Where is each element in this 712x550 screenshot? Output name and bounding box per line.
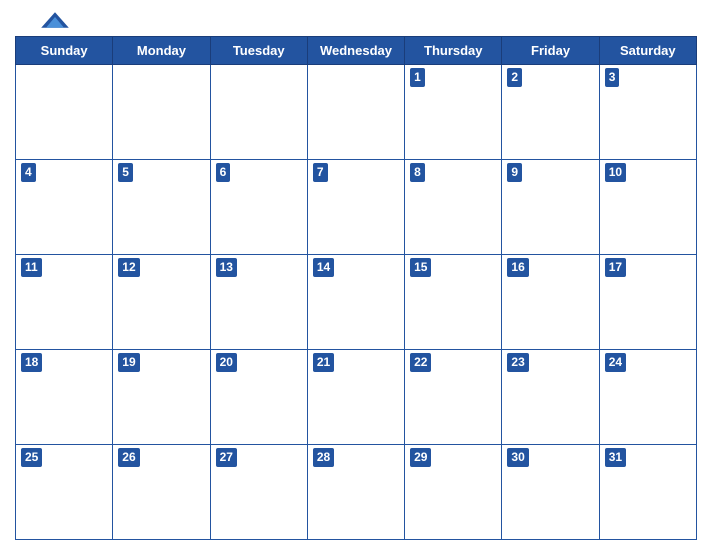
day-number: 13	[216, 258, 237, 277]
calendar-cell: 10	[599, 160, 696, 255]
general-blue-logo-icon	[40, 10, 70, 30]
day-number: 3	[605, 68, 620, 87]
calendar-cell: 8	[405, 160, 502, 255]
calendar-table: SundayMondayTuesdayWednesdayThursdayFrid…	[15, 36, 697, 540]
day-number: 21	[313, 353, 334, 372]
day-number: 31	[605, 448, 626, 467]
day-number: 20	[216, 353, 237, 372]
calendar-cell	[210, 65, 307, 160]
day-number: 22	[410, 353, 431, 372]
day-number: 12	[118, 258, 139, 277]
calendar-cell: 13	[210, 255, 307, 350]
calendar-cell: 16	[502, 255, 599, 350]
day-number: 7	[313, 163, 328, 182]
calendar-cell: 26	[113, 445, 210, 540]
calendar-cell: 21	[307, 350, 404, 445]
day-number: 23	[507, 353, 528, 372]
day-number: 18	[21, 353, 42, 372]
country-label	[617, 10, 697, 14]
calendar-cell: 7	[307, 160, 404, 255]
calendar-cell: 17	[599, 255, 696, 350]
day-number: 9	[507, 163, 522, 182]
calendar-cell: 6	[210, 160, 307, 255]
day-number: 24	[605, 353, 626, 372]
week-row-3: 11 12 13 14 15 16 17	[16, 255, 697, 350]
day-number: 26	[118, 448, 139, 467]
calendar-cell: 2	[502, 65, 599, 160]
day-number: 15	[410, 258, 431, 277]
calendar-cell: 25	[16, 445, 113, 540]
calendar-cell: 14	[307, 255, 404, 350]
day-number: 25	[21, 448, 42, 467]
day-number: 1	[410, 68, 425, 87]
calendar-cell: 18	[16, 350, 113, 445]
calendar-cell: 12	[113, 255, 210, 350]
day-number: 14	[313, 258, 334, 277]
day-number: 30	[507, 448, 528, 467]
calendar-cell: 3	[599, 65, 696, 160]
day-number: 28	[313, 448, 334, 467]
calendar-cell: 27	[210, 445, 307, 540]
week-row-4: 18 19 20 21 22 23 24	[16, 350, 697, 445]
calendar-cell: 4	[16, 160, 113, 255]
weekday-header-saturday: Saturday	[599, 37, 696, 65]
weekday-header-sunday: Sunday	[16, 37, 113, 65]
weekday-header-wednesday: Wednesday	[307, 37, 404, 65]
calendar-cell: 31	[599, 445, 696, 540]
calendar-cell: 1	[405, 65, 502, 160]
day-number: 8	[410, 163, 425, 182]
day-number: 4	[21, 163, 36, 182]
day-number: 10	[605, 163, 626, 182]
calendar-header	[15, 10, 697, 30]
calendar-cell: 29	[405, 445, 502, 540]
weekday-header-monday: Monday	[113, 37, 210, 65]
calendar-cell: 5	[113, 160, 210, 255]
calendar-cell	[113, 65, 210, 160]
calendar-cell: 20	[210, 350, 307, 445]
calendar-cell: 30	[502, 445, 599, 540]
calendar-cell: 22	[405, 350, 502, 445]
calendar-cell: 24	[599, 350, 696, 445]
calendar-cell: 28	[307, 445, 404, 540]
week-row-1: 1 2 3	[16, 65, 697, 160]
day-number: 27	[216, 448, 237, 467]
day-number: 19	[118, 353, 139, 372]
weekday-header-friday: Friday	[502, 37, 599, 65]
calendar-cell: 11	[16, 255, 113, 350]
day-number: 16	[507, 258, 528, 277]
day-number: 2	[507, 68, 522, 87]
calendar-cell	[16, 65, 113, 160]
week-row-5: 25 26 27 28 29 30 31	[16, 445, 697, 540]
calendar-cell: 19	[113, 350, 210, 445]
day-number: 6	[216, 163, 231, 182]
day-number: 5	[118, 163, 133, 182]
days-header-row: SundayMondayTuesdayWednesdayThursdayFrid…	[16, 37, 697, 65]
calendar-cell: 15	[405, 255, 502, 350]
weekday-header-tuesday: Tuesday	[210, 37, 307, 65]
day-number: 29	[410, 448, 431, 467]
calendar-cell: 9	[502, 160, 599, 255]
calendar-cell	[307, 65, 404, 160]
calendar-cell: 23	[502, 350, 599, 445]
weekday-header-thursday: Thursday	[405, 37, 502, 65]
day-number: 11	[21, 258, 42, 277]
week-row-2: 4 5 6 7 8 9 10	[16, 160, 697, 255]
logo-area	[15, 10, 95, 30]
day-number: 17	[605, 258, 626, 277]
